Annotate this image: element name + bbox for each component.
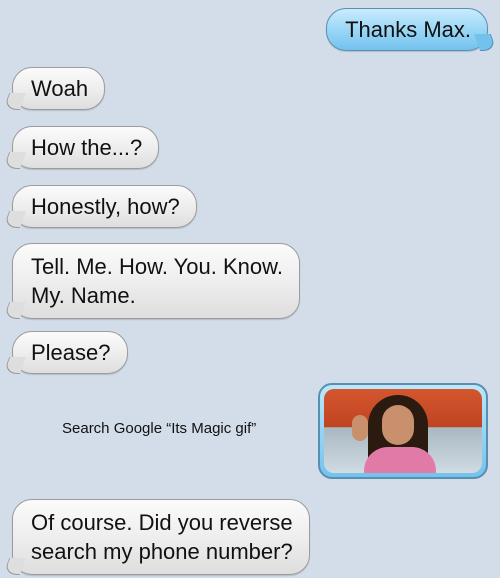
message-text: Honestly, how? — [31, 194, 180, 219]
sent-image-bubble[interactable] — [318, 383, 488, 479]
bubble-tail — [2, 302, 27, 319]
message-text: Please? — [31, 340, 111, 365]
message-text-line-2: My. Name. — [31, 283, 136, 308]
sent-bubble-thanks[interactable]: Thanks Max. — [326, 8, 498, 51]
magic-gif-image[interactable] — [324, 389, 482, 473]
person-face — [382, 405, 414, 445]
message-text-line-1: Tell. Me. How. You. Know. — [31, 254, 283, 279]
bubble-tail — [2, 93, 27, 110]
received-bubble-how-the[interactable]: How the...? — [2, 126, 160, 169]
bubble-tail — [2, 211, 27, 228]
bubble-tail — [2, 558, 27, 575]
image-caption: Search Google “Its Magic gif” — [62, 420, 257, 437]
received-bubble-woah[interactable]: Woah — [2, 67, 106, 110]
received-bubble-of-course[interactable]: Of course. Did you reverse search my pho… — [2, 499, 310, 575]
person-hand — [352, 415, 368, 441]
received-bubble-honestly[interactable]: Honestly, how? — [2, 185, 197, 228]
message-thread: Thanks Max. Woah How the...? Honestly, h… — [0, 0, 500, 578]
message-text-line-2: search my phone number? — [31, 539, 293, 564]
bubble-tail — [473, 34, 498, 51]
person-shirt — [364, 447, 436, 473]
bubble-tail — [2, 152, 27, 169]
received-bubble-tell-me[interactable]: Tell. Me. How. You. Know. My. Name. — [2, 243, 300, 319]
received-bubble-please[interactable]: Please? — [2, 331, 128, 374]
message-text: Woah — [31, 76, 89, 101]
message-text-line-1: Of course. Did you reverse — [31, 510, 293, 535]
bubble-tail — [2, 357, 27, 374]
message-text: How the...? — [31, 135, 143, 160]
message-text: Thanks Max. — [345, 17, 471, 42]
